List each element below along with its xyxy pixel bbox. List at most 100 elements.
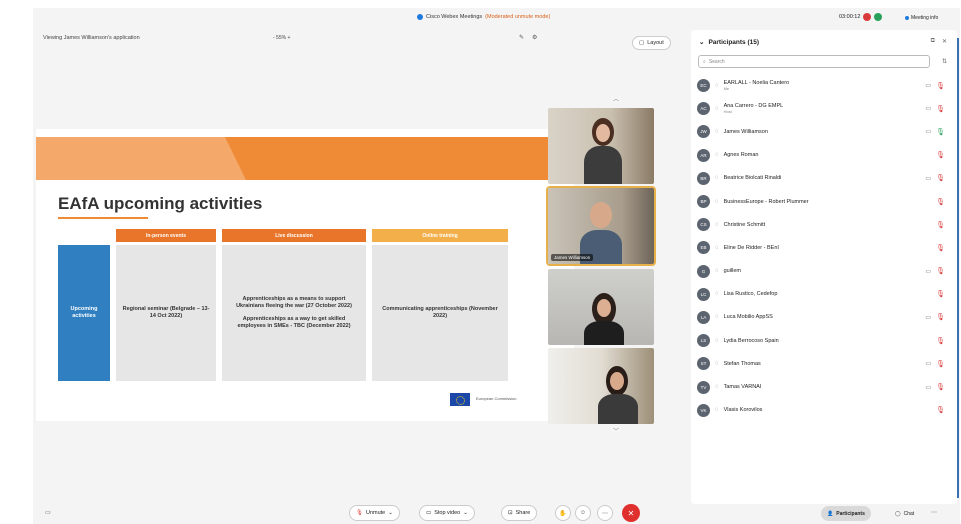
participant-name: Agnes Roman [723, 152, 759, 159]
participant-name: guillem [723, 268, 742, 275]
webex-logo-icon [417, 14, 423, 20]
participant-row[interactable]: JW ◌ James Williamson ▭ 🎙 [697, 120, 951, 143]
mic-muted-icon[interactable]: 🎙 [936, 82, 945, 90]
control-bar: ▭ 🎙 Unmute ⌄ ▭ Stop video ⌄ ⊡ Share ✋ ☺ … [33, 502, 960, 524]
chat-button[interactable]: ◯ Chat [889, 506, 920, 521]
participant-row[interactable]: ST ◌ Stefan Thomas ▭ 🎙 [697, 352, 951, 375]
mic-muted-icon[interactable]: 🎙 [936, 267, 945, 275]
audio-status-icon: ◌ [715, 221, 719, 228]
zoom-control[interactable]: - 55% + [273, 35, 290, 41]
panel-header: ⌄ Participants (15) [699, 38, 760, 47]
panel-tools: ⧉ ✕ [931, 38, 947, 45]
camera-icon: ▭ [925, 129, 931, 136]
sort-icon[interactable]: ⇅ [942, 58, 947, 65]
mic-muted-icon[interactable]: 🎙 [936, 290, 945, 298]
more-options-button[interactable]: ⋯ [597, 505, 613, 521]
meeting-info-button[interactable]: Meeting info [905, 15, 938, 21]
participant-row[interactable]: LA ◌ Luca Mobilio AppSS ▭ 🎙 [697, 306, 951, 329]
search-icon: ⌕ [703, 58, 706, 65]
audio-status-icon: ◌ [715, 407, 719, 414]
participant-row[interactable]: AC ◌ Ana Carrero - DG EMPL Host ▭ 🎙 [697, 97, 951, 120]
unmute-button[interactable]: 🎙 Unmute ⌄ [349, 505, 400, 521]
mic-muted-icon[interactable]: 🎙 [936, 244, 945, 252]
more-icon[interactable]: ⋯ [931, 509, 937, 516]
participant-row[interactable]: EB ◌ Eline De Ridder - BEnI 🎙 [697, 236, 951, 259]
participant-row[interactable]: CS ◌ Christine Schmitt 🎙 [697, 213, 951, 236]
title-bar: Cisco Webex Meetings (Moderated unmute m… [33, 8, 960, 28]
mic-muted-icon[interactable]: 🎙 [936, 174, 945, 182]
mic-muted-icon[interactable]: 🎙 [936, 313, 945, 321]
chevron-down-icon[interactable]: ⌄ [388, 510, 393, 516]
participant-row[interactable]: AR ◌ Agnes Roman 🎙 [697, 144, 951, 167]
close-icon[interactable]: ✕ [942, 38, 947, 45]
participant-row[interactable]: VK ◌ Vlasis Korovilos 🎙 [697, 399, 951, 422]
recording-icon[interactable] [863, 13, 872, 21]
settings-icon[interactable]: ⚙ [532, 34, 537, 41]
meeting-info-label: Meeting info [911, 15, 939, 21]
network-status-icon[interactable] [874, 13, 883, 21]
end-call-button[interactable]: ✕ [622, 504, 640, 522]
end-call-icon: ✕ [627, 508, 635, 518]
mic-muted-icon[interactable]: 🎙 [936, 383, 945, 391]
participant-name: Tamas VARNAI [723, 384, 762, 391]
video-tile[interactable] [548, 108, 654, 184]
mic-on-icon[interactable]: 🎙 [936, 128, 945, 136]
mic-muted-icon[interactable]: 🎙 [936, 360, 945, 368]
mic-muted-icon[interactable]: 🎙 [936, 151, 945, 159]
shared-slide: EAfA upcoming activities Upcoming activi… [36, 129, 574, 421]
participant-row[interactable]: TV ◌ Tamas VARNAI ▭ 🎙 [697, 375, 951, 398]
layout-button[interactable]: ▢ Layout [632, 36, 671, 50]
camera-icon: ▭ [925, 314, 931, 321]
participant-row[interactable]: G ◌ guillem ▭ 🎙 [697, 260, 951, 283]
mic-muted-icon[interactable]: 🎙 [936, 221, 945, 229]
participant-search-input[interactable]: ⌕ Search [698, 55, 930, 68]
moderation-mode: (Moderated unmute mode) [485, 14, 551, 20]
more-icon: ⋯ [602, 510, 608, 517]
participant-row[interactable]: BP ◌ BusinessEurope - Robert Plummer 🎙 [697, 190, 951, 213]
scroll-up-icon[interactable]: ︿ [613, 94, 619, 103]
audio-status-icon: ◌ [715, 82, 719, 89]
participants-icon: 👤 [827, 510, 834, 517]
column-body-in-person: Regional seminar (Belgrade – 13-14 Oct 2… [116, 245, 216, 381]
video-tile-active-speaker[interactable]: James Williamson [546, 186, 656, 266]
panel-title: Participants (15) [708, 38, 760, 46]
audio-status-icon: ◌ [715, 337, 719, 344]
participant-info: Luca Mobilio AppSS [724, 314, 773, 320]
audio-status-icon: ◌ [715, 105, 719, 112]
avatar: AR [697, 148, 710, 162]
share-label: Share [515, 510, 531, 516]
raise-hand-button[interactable]: ✋ [555, 505, 571, 521]
audio-status-icon: ◌ [715, 268, 719, 275]
participant-row[interactable]: BR ◌ Beatrice Biolcati Rinaldi ▭ 🎙 [697, 167, 951, 190]
caption-icon[interactable]: ▭ [45, 509, 51, 516]
layout-icon: ▢ [639, 40, 645, 46]
mic-muted-icon[interactable]: 🎙 [936, 198, 945, 206]
mic-muted-icon[interactable]: 🎙 [936, 406, 945, 414]
audio-status-icon: ◌ [715, 244, 719, 251]
participant-row[interactable]: EC ◌ EARLALL - Noelia Cantero Me ▭ 🎙 [697, 74, 951, 97]
hand-icon: ✋ [559, 510, 567, 517]
video-tile[interactable] [548, 348, 654, 424]
mic-muted-icon[interactable]: 🎙 [936, 337, 945, 345]
mic-muted-icon[interactable]: 🎙 [936, 105, 945, 113]
scroll-down-icon[interactable]: ﹀ [613, 426, 619, 435]
participants-button[interactable]: 👤 Participants [821, 506, 871, 521]
chevron-down-icon[interactable]: ⌄ [463, 510, 468, 516]
popout-icon[interactable]: ⧉ [931, 38, 935, 45]
collapse-chevron-icon[interactable]: ⌄ [699, 38, 704, 46]
video-tile[interactable] [548, 269, 654, 345]
audio-status-icon: ◌ [715, 128, 719, 135]
avatar: EB [697, 241, 710, 255]
webex-window: Cisco Webex Meetings (Moderated unmute m… [33, 8, 960, 524]
avatar: AC [697, 102, 710, 116]
share-button[interactable]: ⊡ Share [501, 505, 538, 521]
participant-row[interactable]: LC ◌ Lisa Rustico, Cedefop 🎙 [697, 283, 951, 306]
reactions-icon: ☺ [579, 510, 587, 516]
stop-video-button[interactable]: ▭ Stop video ⌄ [419, 505, 475, 521]
annotate-icon[interactable]: ✎ [519, 34, 524, 41]
share-icon: ⊡ [508, 510, 513, 516]
participant-name: James Williamson [723, 128, 768, 135]
participant-row[interactable]: LS ◌ Lydia Berrocoso Spain 🎙 [697, 329, 951, 352]
reactions-button[interactable]: ☺ [575, 505, 591, 521]
meeting-timer: 03:00:12 [839, 14, 861, 20]
